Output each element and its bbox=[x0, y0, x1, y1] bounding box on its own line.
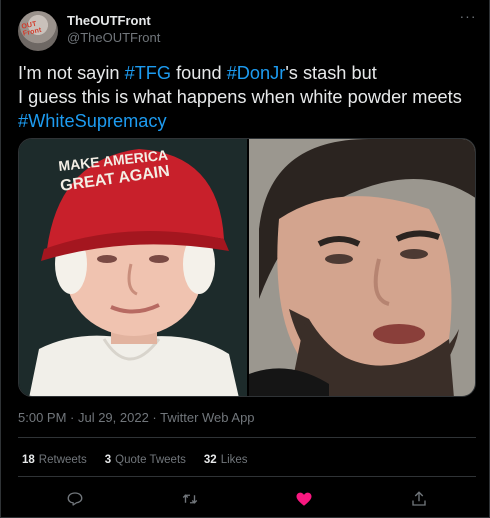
quote-tweets-label: Quote Tweets bbox=[115, 454, 186, 466]
quote-tweets-count: 3 bbox=[104, 454, 112, 466]
author-handle[interactable]: @TheOUTFront bbox=[67, 30, 160, 45]
divider bbox=[18, 437, 476, 438]
tweet-actions bbox=[18, 486, 476, 512]
author-name[interactable]: TheOUTFront bbox=[67, 13, 151, 28]
reply-icon bbox=[67, 492, 83, 506]
retweets-label: Retweets bbox=[38, 454, 87, 466]
share-icon bbox=[412, 491, 426, 506]
divider bbox=[18, 476, 476, 477]
tweet-stats: 18 Retweets 3 Quote Tweets 32 Likes bbox=[22, 454, 248, 466]
more-options-icon[interactable]: ··· bbox=[458, 9, 478, 28]
media-photo-left[interactable]: MAKE AMERICA GREAT AGAIN bbox=[19, 139, 247, 396]
quote-tweets-stat[interactable]: 3 Quote Tweets bbox=[105, 454, 186, 466]
hashtag-link-tfg[interactable]: #TFG bbox=[125, 63, 171, 83]
media-photo-right[interactable] bbox=[249, 139, 475, 396]
share-button[interactable] bbox=[402, 487, 436, 511]
bearded-man-image bbox=[249, 139, 475, 396]
heart-icon bbox=[296, 492, 312, 506]
tweet-text-segment: I'm not sayin bbox=[18, 63, 125, 83]
tweet-timestamp[interactable]: 5:00 PM · Jul 29, 2022 · Twitter Web App bbox=[18, 410, 255, 425]
likes-label: Likes bbox=[220, 454, 248, 466]
tweet-header: OUT Front TheOUTFront @TheOUTFront ··· bbox=[18, 8, 478, 52]
tweet-text: I'm not sayin #TFG found #DonJr's stash … bbox=[18, 61, 480, 133]
reply-button[interactable] bbox=[58, 487, 92, 511]
like-button[interactable] bbox=[287, 487, 321, 511]
tweet-text-segment: I guess this is what happens when white … bbox=[18, 87, 462, 107]
retweet-button[interactable] bbox=[173, 487, 207, 511]
retweets-stat[interactable]: 18 Retweets bbox=[22, 454, 87, 466]
avatar[interactable]: OUT Front bbox=[18, 11, 58, 51]
tweet-media[interactable]: MAKE AMERICA GREAT AGAIN bbox=[18, 138, 476, 397]
retweets-count: 18 bbox=[22, 454, 35, 466]
likes-stat[interactable]: 32 Likes bbox=[204, 454, 248, 466]
tweet-text-segment: 's stash but bbox=[285, 63, 377, 83]
hashtag-link-whitesupremacy[interactable]: #WhiteSupremacy bbox=[18, 111, 167, 131]
man-in-red-cap-image: MAKE AMERICA GREAT AGAIN bbox=[19, 139, 247, 396]
hashtag-link-donjr[interactable]: #DonJr bbox=[227, 63, 286, 83]
tweet-card: OUT Front TheOUTFront @TheOUTFront ··· I… bbox=[0, 0, 490, 518]
likes-count: 32 bbox=[203, 454, 217, 466]
tweet-text-segment: found bbox=[171, 63, 227, 83]
retweet-icon bbox=[182, 494, 197, 504]
avatar-logo-text: OUT Front bbox=[20, 20, 43, 38]
